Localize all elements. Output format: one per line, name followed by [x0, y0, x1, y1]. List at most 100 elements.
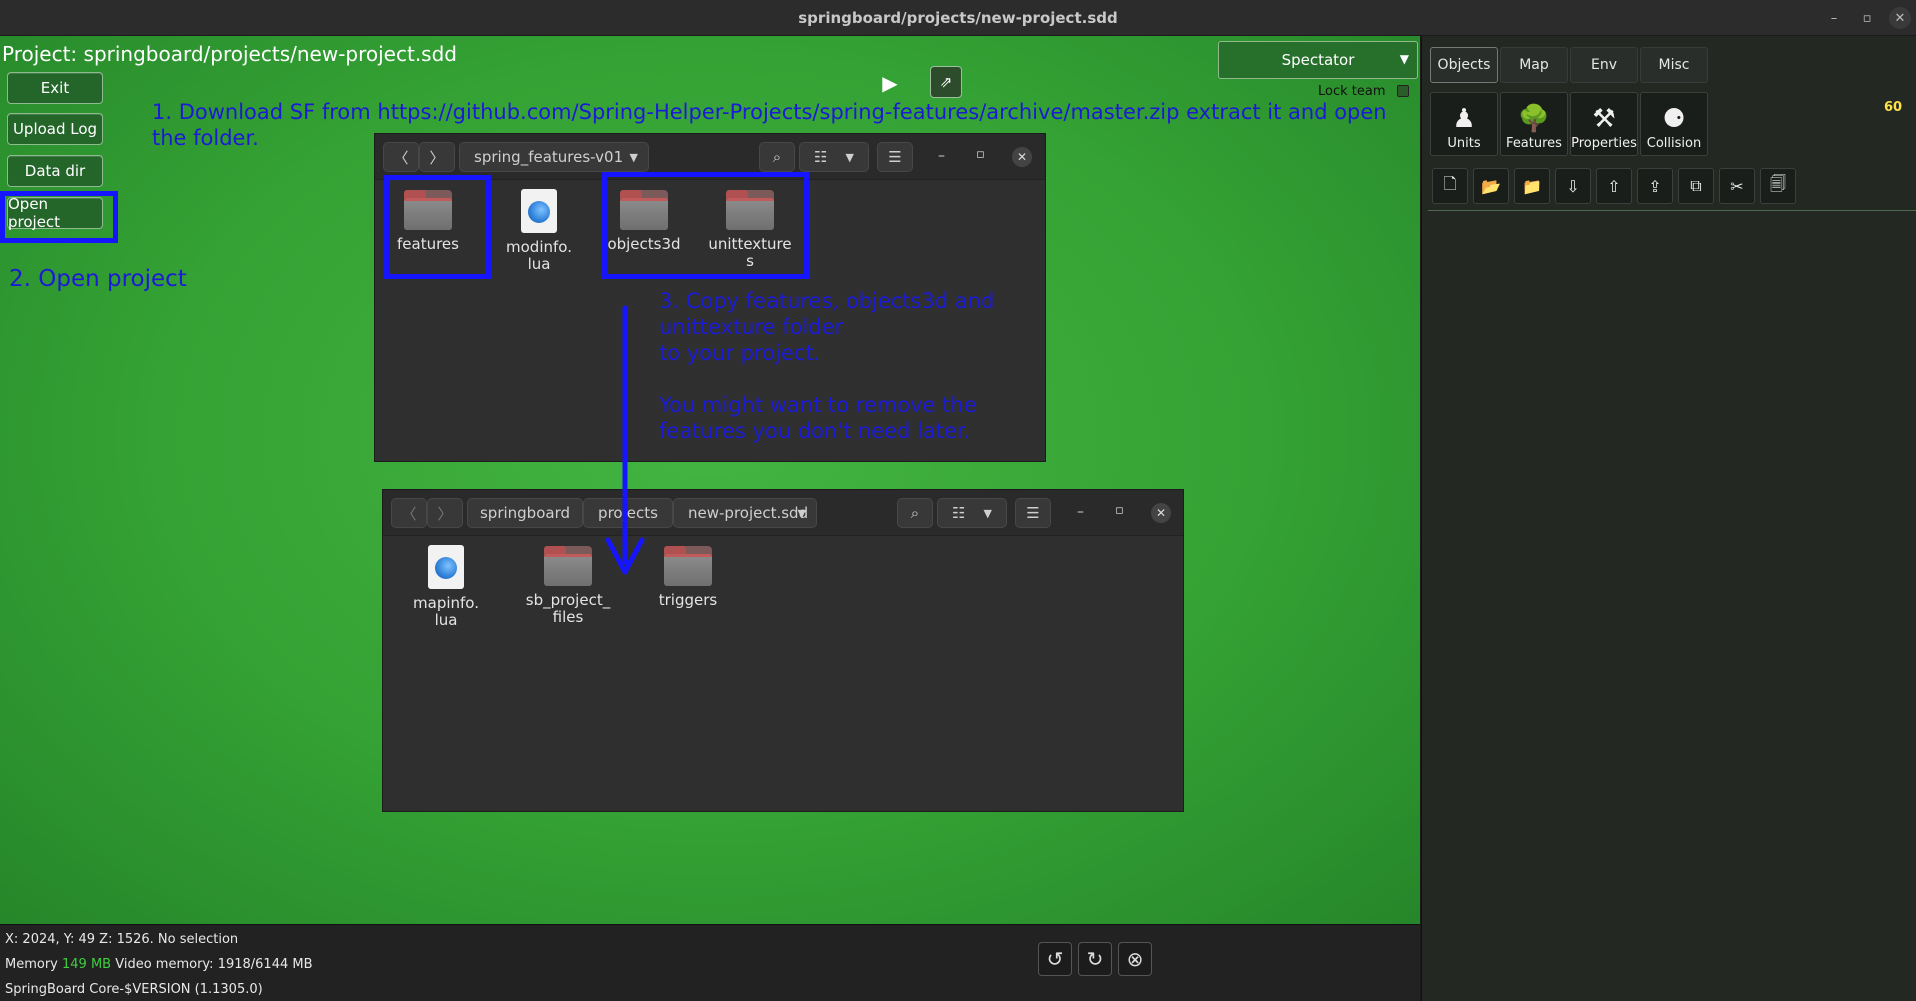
version-info: SpringBoard Core-$VERSION (1.1305.0): [5, 982, 263, 997]
file-mapinfo[interactable]: mapinfo. lua: [398, 545, 494, 629]
restore-icon[interactable]: ▫: [1856, 7, 1878, 29]
tab-objects[interactable]: Objects: [1430, 47, 1498, 83]
file-label: sb_project_ files: [525, 591, 611, 626]
upload-log-button[interactable]: Upload Log: [7, 113, 103, 145]
properties-button[interactable]: ⚒ Properties: [1570, 92, 1638, 156]
lock-team-label: Lock team: [1318, 84, 1386, 99]
file-label: modinfo. lua: [506, 238, 572, 273]
paste-icon[interactable]: 🗐: [1760, 168, 1796, 204]
breadcrumb-new-project[interactable]: new-project.sdd ▼: [673, 498, 817, 528]
clear-icon[interactable]: ⊗: [1118, 942, 1152, 976]
menu-icon[interactable]: ☰: [1015, 498, 1051, 528]
breadcrumb-springboard[interactable]: springboard: [467, 498, 583, 528]
exit-button[interactable]: Exit: [7, 72, 103, 104]
copy-icon[interactable]: ⧉: [1678, 168, 1714, 204]
highlight-open-project: [0, 191, 118, 243]
chevron-down-icon: ▼: [1399, 52, 1409, 66]
highlight-features: [384, 175, 491, 279]
cursor-coords: X: 2024, Y: 49 Z: 1526. No selection: [5, 932, 239, 947]
minimize-icon[interactable]: –: [1823, 7, 1845, 29]
search-icon[interactable]: ⌕: [897, 498, 933, 528]
tab-misc[interactable]: Misc: [1640, 47, 1708, 83]
path-current: spring_features-v01: [474, 148, 624, 166]
list-view-icon: ☷: [952, 504, 966, 522]
path-bar[interactable]: spring_features-v01 ▼: [459, 142, 649, 172]
search-icon[interactable]: ⌕: [759, 142, 795, 172]
file-window-header: 〈 〉 springboard projects new-project.sdd…: [383, 490, 1183, 536]
upload-icon[interactable]: ⇪: [1637, 168, 1673, 204]
redo-icon[interactable]: ↻: [1078, 942, 1112, 976]
close-icon[interactable]: ✕: [1012, 147, 1032, 167]
chevron-down-icon: ▼: [845, 150, 854, 164]
chevron-down-icon: ▼: [983, 506, 992, 520]
file-modinfo[interactable]: modinfo. lua: [491, 189, 587, 273]
back-icon[interactable]: 〈: [383, 142, 419, 172]
back-icon[interactable]: 〈: [391, 498, 427, 528]
minimize-icon[interactable]: –: [1077, 504, 1084, 520]
team-select-value: Spectator: [1281, 51, 1355, 69]
chevron-down-icon: ▼: [629, 150, 638, 164]
close-icon[interactable]: ✕: [1889, 7, 1911, 29]
list-view-icon: ☷: [814, 148, 828, 166]
step2-annotation: 2. Open project: [9, 266, 187, 292]
folder-triggers[interactable]: triggers: [640, 546, 736, 609]
memory-info: Memory 149 MB Video memory: 1918/6144 MB: [5, 957, 313, 972]
folder-icon[interactable]: 📁: [1514, 168, 1550, 204]
import-icon[interactable]: ⇩: [1555, 168, 1591, 204]
view-options-button[interactable]: ☷ ▼: [937, 498, 1007, 528]
window-titlebar: springboard/projects/new-project.sdd: [0, 0, 1916, 36]
maximize-icon[interactable]: ▫: [1115, 503, 1124, 518]
team-select[interactable]: Spectator ▼: [1218, 41, 1418, 79]
view-options-button[interactable]: ☷ ▼: [799, 142, 869, 172]
step3-line3: to your project.: [659, 341, 821, 365]
maximize-icon[interactable]: ▫: [976, 147, 985, 162]
window-title: springboard/projects/new-project.sdd: [798, 8, 1118, 27]
new-file-icon[interactable]: 🗋: [1432, 168, 1468, 204]
features-label: Features: [1506, 136, 1562, 151]
units-label: Units: [1447, 136, 1481, 151]
tree-icon: 🌳: [1517, 104, 1551, 134]
menu-icon[interactable]: ☰: [877, 142, 913, 172]
project-title: Project: springboard/projects/new-projec…: [2, 42, 457, 66]
file-label: mapinfo. lua: [413, 594, 479, 629]
chevron-down-icon: ▼: [797, 506, 806, 520]
memory-label: Memory: [5, 957, 58, 972]
features-button[interactable]: 🌳 Features: [1500, 92, 1568, 156]
breadcrumb-current: new-project.sdd: [688, 504, 809, 522]
video-memory: Video memory: 1918/6144 MB: [115, 957, 313, 972]
tab-map[interactable]: Map: [1500, 47, 1568, 83]
panel-divider: [1428, 210, 1916, 211]
properties-icon: ⚒: [1592, 104, 1616, 134]
properties-label: Properties: [1571, 136, 1637, 151]
lock-team-checkbox[interactable]: [1397, 85, 1409, 97]
units-icon: ♟: [1452, 104, 1476, 134]
forward-icon[interactable]: 〉: [419, 142, 455, 172]
data-dir-button[interactable]: Data dir: [7, 155, 103, 187]
file-label: triggers: [658, 591, 718, 609]
minimize-icon[interactable]: –: [938, 148, 945, 164]
step3-line5: features you don't need later.: [659, 419, 971, 443]
file-window-project: 〈 〉 springboard projects new-project.sdd…: [382, 489, 1184, 812]
tab-env[interactable]: Env: [1570, 47, 1638, 83]
collision-label: Collision: [1646, 136, 1702, 151]
close-icon[interactable]: ✕: [1151, 503, 1171, 523]
lua-file-icon: [428, 545, 464, 589]
step3-line4: You might want to remove the: [659, 393, 977, 417]
folder-icon: [544, 546, 592, 586]
cut-icon[interactable]: ✂: [1719, 168, 1755, 204]
export-icon[interactable]: ⇧: [1596, 168, 1632, 204]
step3-line2: unittexture folder: [659, 315, 844, 339]
step3-annotation: 3. Copy features, objects3d and unittext…: [659, 288, 994, 444]
undo-icon[interactable]: ↺: [1038, 942, 1072, 976]
lua-file-icon: [521, 189, 557, 233]
play-button[interactable]: ▶: [872, 66, 908, 100]
units-button[interactable]: ♟ Units: [1430, 92, 1498, 156]
forward-icon[interactable]: 〉: [427, 498, 463, 528]
folder-icon: [664, 546, 712, 586]
open-folder-icon[interactable]: 📂: [1473, 168, 1509, 204]
pointer-tool-button[interactable]: ⇗: [930, 66, 962, 98]
highlight-objects-unittextures: [602, 172, 809, 279]
collision-button[interactable]: ⚈ Collision: [1640, 92, 1708, 156]
fps-counter: 60: [1884, 100, 1903, 115]
copy-arrow: [605, 305, 645, 575]
